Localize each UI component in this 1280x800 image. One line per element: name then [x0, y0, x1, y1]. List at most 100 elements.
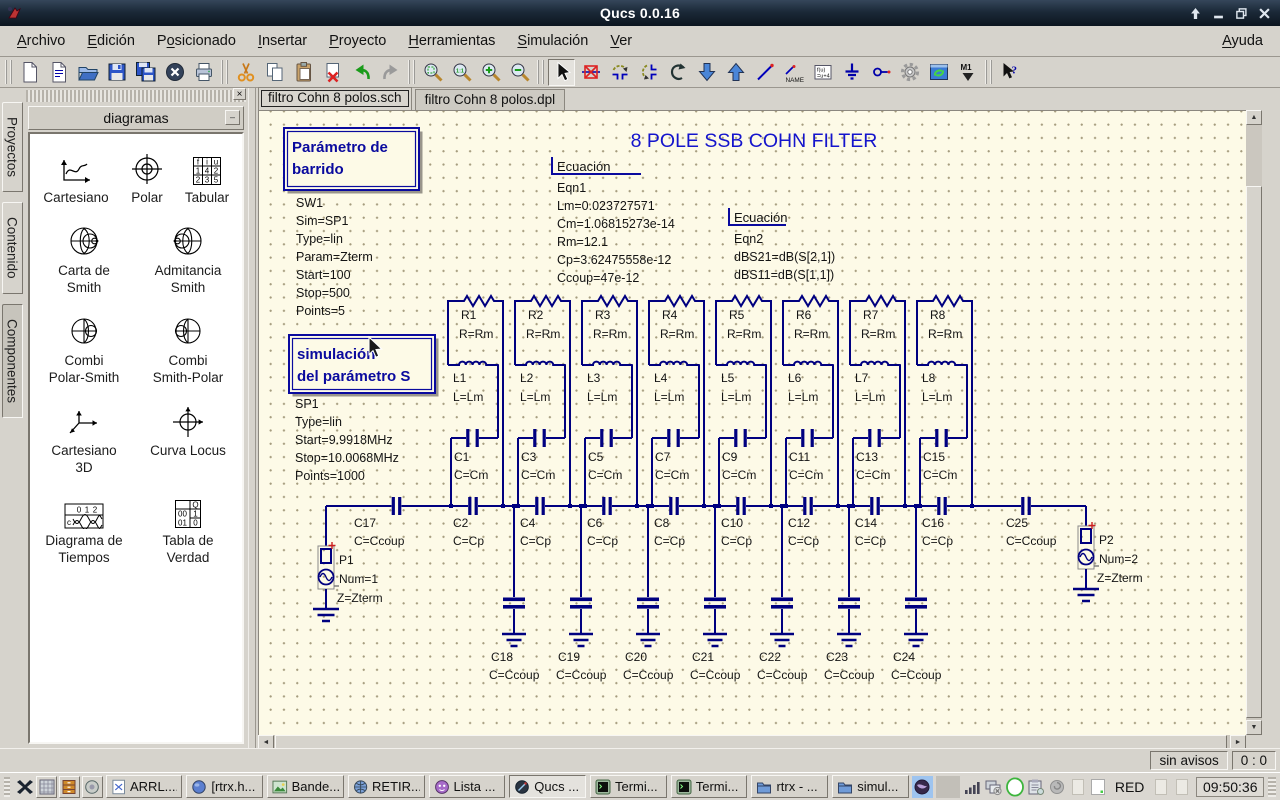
- wire-button[interactable]: [751, 59, 778, 86]
- equation-eqn1[interactable]: EcuaciónEqn1Lm=0.023727571Cm=1.06815273e…: [552, 157, 675, 285]
- wire-label-button[interactable]: NAME: [780, 59, 807, 86]
- taskbar-window-5[interactable]: Qucs ...: [509, 775, 586, 798]
- taskbar-grip[interactable]: [4, 777, 10, 797]
- new-text-document-button[interactable]: [45, 59, 72, 86]
- marker-button[interactable]: M1: [954, 59, 981, 86]
- pager-grid-button[interactable]: [36, 776, 57, 798]
- dock-handle[interactable]: [26, 90, 246, 102]
- taskbar-window-6[interactable]: Termi...: [590, 775, 667, 798]
- capacitor-C8[interactable]: C8C=Cp: [654, 497, 685, 548]
- document-tab-0[interactable]: filtro Cohn 8 polos.sch: [258, 87, 412, 110]
- capacitor-C10[interactable]: C10C=Cp: [721, 497, 752, 548]
- diagram-combi-polar-smith[interactable]: CombiPolar-Smith: [32, 311, 136, 387]
- toolbar-grip[interactable]: [537, 60, 544, 84]
- view-data-button[interactable]: [925, 59, 952, 86]
- dock-tab-contenido[interactable]: Contenido: [2, 202, 23, 294]
- capacitor-C17[interactable]: C17C=Ccoup: [354, 497, 405, 548]
- tray-pale-doc-icon[interactable]: [1068, 777, 1087, 797]
- s-parameter-box[interactable]: simulacióndel parámetro S: [289, 335, 439, 397]
- dock-splitter[interactable]: [248, 88, 256, 748]
- taskbar-window-9[interactable]: simul...: [832, 775, 909, 798]
- tray-network-x-icon[interactable]: [984, 777, 1003, 797]
- crystal-section-R5[interactable]: R5R=RmL5L=LmC9C=Cm: [716, 296, 773, 508]
- capacitor-C24[interactable]: C24C=Ccoup: [891, 504, 942, 682]
- scroll-left-icon[interactable]: ◄: [258, 735, 274, 749]
- tray-pale-doc-icon[interactable]: [1151, 777, 1170, 797]
- diagram-smith[interactable]: Carta deSmith: [32, 221, 136, 297]
- port-button[interactable]: [867, 59, 894, 86]
- zoom-out-button[interactable]: [506, 59, 533, 86]
- diagram-combi-smith-polar[interactable]: CombiSmith-Polar: [136, 311, 240, 387]
- tray-speaker-icon[interactable]: [1047, 777, 1066, 797]
- diagram-cartesian[interactable]: Cartesiano: [32, 148, 120, 207]
- diagram-polar[interactable]: Polar: [120, 148, 174, 207]
- bird-app-button[interactable]: [912, 776, 933, 798]
- taskbar-window-2[interactable]: Bande...: [267, 775, 344, 798]
- menu-proyecto[interactable]: Proyecto: [318, 28, 397, 54]
- toolbar-grip[interactable]: [985, 60, 992, 84]
- diagram-smith-admittance[interactable]: AdmitanciaSmith: [136, 221, 240, 297]
- capacitor-C23[interactable]: C23C=Ccoup: [824, 504, 875, 682]
- menu-edición[interactable]: Edición: [76, 28, 146, 54]
- save-all-button[interactable]: [132, 59, 159, 86]
- dock-category-select[interactable]: diagramas –: [28, 106, 244, 130]
- open-folder-button[interactable]: [74, 59, 101, 86]
- vertical-scroll-thumb[interactable]: [1246, 186, 1262, 718]
- ground-button[interactable]: [838, 59, 865, 86]
- menu-insertar[interactable]: Insertar: [247, 28, 318, 54]
- diagram-timing-diagram[interactable]: 012cDiagrama deTiempos: [32, 491, 136, 567]
- capacitor-C12[interactable]: C12C=Cp: [788, 497, 819, 548]
- schematic[interactable]: 8 POLE SSB COHN FILTERParámetro debarrid…: [259, 111, 1246, 735]
- tray-white-page-icon[interactable]: [1089, 777, 1108, 797]
- capacitor-C22[interactable]: C22C=Ccoup: [757, 504, 808, 682]
- capacitor-C2[interactable]: C2C=Cp: [453, 497, 484, 548]
- toolbar-grip[interactable]: [5, 60, 12, 84]
- menu-ver[interactable]: Ver: [599, 28, 643, 54]
- deactivate-button[interactable]: [577, 59, 604, 86]
- dock-tab-proyectos[interactable]: Proyectos: [2, 102, 23, 192]
- save-button[interactable]: [103, 59, 130, 86]
- capacitor-C16[interactable]: C16C=Cp: [922, 497, 953, 548]
- equation-button[interactable]: f(u)=u+4: [809, 59, 836, 86]
- zoom-fit-button[interactable]: [419, 59, 446, 86]
- capacitor-C6[interactable]: C6C=Cp: [587, 497, 618, 548]
- diagram-truth-table[interactable]: Q001010Tabla deVerdad: [136, 491, 240, 567]
- toolbar-grip[interactable]: [221, 60, 228, 84]
- capacitor-C4[interactable]: C4C=Cp: [520, 497, 551, 548]
- horizontal-scrollbar[interactable]: ◄ ►: [258, 735, 1246, 749]
- crystal-section-R7[interactable]: R7R=RmL7L=LmC13C=Cm: [850, 296, 907, 508]
- scroll-right-icon[interactable]: ►: [1230, 735, 1246, 749]
- document-tab-1[interactable]: filtro Cohn 8 polos.dpl: [415, 89, 566, 110]
- port-P2[interactable]: P2Num=2Z=Zterm: [1073, 506, 1143, 601]
- capacitor-C19[interactable]: C19C=Ccoup: [556, 504, 607, 682]
- schematic-canvas[interactable]: 8 POLE SSB COHN FILTERParámetro debarrid…: [258, 110, 1246, 735]
- taskbar-end-grip[interactable]: [1268, 777, 1276, 797]
- taskbar-window-8[interactable]: rtrx - ...: [751, 775, 828, 798]
- crystal-section-R3[interactable]: R3R=RmL3L=LmC5C=Cm: [582, 296, 639, 508]
- dock-close-icon[interactable]: ×: [233, 88, 246, 100]
- pointer-button[interactable]: [548, 59, 575, 86]
- zoom-in-button[interactable]: [477, 59, 504, 86]
- toolbar-grip[interactable]: [408, 60, 415, 84]
- equation-eqn2[interactable]: EcuaciónEqn2dBS21=dB(S[2,1])dBS11=dB(S[1…: [729, 208, 835, 282]
- tray-green-oval-icon[interactable]: [1005, 777, 1025, 797]
- menu-ayuda[interactable]: Ayuda: [1211, 28, 1274, 54]
- chevron-down-icon[interactable]: –: [225, 110, 240, 125]
- taskbar-window-7[interactable]: Termi...: [671, 775, 748, 798]
- keep-above-button[interactable]: [1190, 8, 1201, 19]
- taskbar-window-3[interactable]: RETIR...: [348, 775, 425, 798]
- taskbar-window-4[interactable]: Lista ...: [429, 775, 506, 798]
- diagram-tabular[interactable]: fiu142235Tabular: [174, 148, 240, 207]
- crystal-section-R8[interactable]: R8R=RmL8L=LmC15C=Cm: [917, 296, 974, 508]
- delete-button[interactable]: [319, 59, 346, 86]
- crystal-section-R2[interactable]: R2R=RmL2L=LmC3C=Cm: [515, 296, 572, 508]
- start-button[interactable]: [13, 775, 36, 799]
- minimize-button[interactable]: [1213, 8, 1224, 19]
- diagram-curve-locus[interactable]: Curva Locus: [136, 401, 240, 460]
- horizontal-scroll-thumb[interactable]: [275, 735, 1227, 749]
- undo-button[interactable]: [348, 59, 375, 86]
- menu-archivo[interactable]: Archivo: [6, 28, 76, 54]
- dock-tab-componentes[interactable]: Componentes: [2, 304, 23, 418]
- capacitor-C14[interactable]: C14C=Cp: [855, 497, 886, 548]
- menu-posicionado[interactable]: Posicionado: [146, 28, 247, 54]
